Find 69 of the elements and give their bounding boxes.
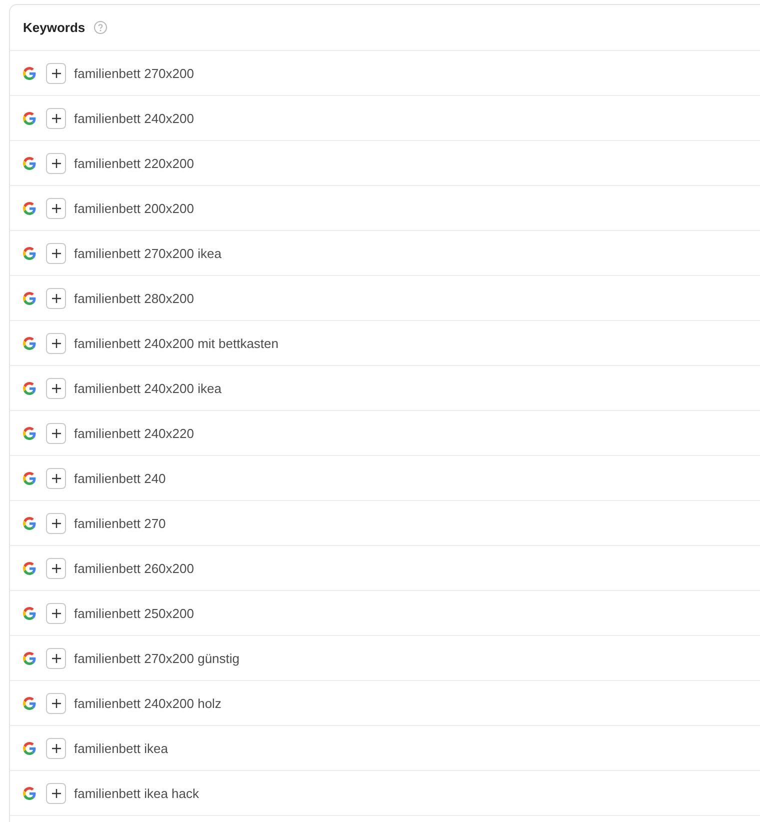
plus-icon bbox=[52, 294, 60, 302]
add-button[interactable] bbox=[46, 602, 66, 624]
keyword-text: familienbett 240x200 bbox=[74, 110, 194, 126]
google-g-icon bbox=[23, 382, 36, 394]
add-button[interactable] bbox=[46, 242, 66, 264]
plus-icon bbox=[52, 338, 60, 348]
google-g-icon bbox=[23, 426, 36, 440]
plus-icon bbox=[52, 204, 60, 212]
add-button[interactable] bbox=[46, 468, 66, 488]
keyword-text: familienbett 270x200 bbox=[74, 66, 194, 80]
keyword-text: familienbett ikea hack bbox=[74, 786, 200, 800]
plus-icon bbox=[52, 68, 60, 78]
keyword-text: familienbett 240x200 mit bettkasten bbox=[74, 336, 279, 350]
plus-icon bbox=[52, 114, 60, 122]
google-g-icon bbox=[23, 66, 36, 80]
plus-icon bbox=[52, 518, 60, 528]
keyword-text: familienbett 240x200 holz bbox=[74, 696, 222, 710]
add-button[interactable] bbox=[46, 738, 66, 758]
keyword-text: familienbett 240x220 bbox=[74, 426, 194, 440]
plus-icon bbox=[52, 564, 60, 572]
keyword-text: familienbett 280x200 bbox=[74, 290, 194, 306]
keyword-text: familienbett 270x200 ikea bbox=[74, 246, 222, 260]
add-button[interactable] bbox=[46, 62, 66, 84]
google-g-icon bbox=[23, 112, 36, 124]
google-g-icon bbox=[23, 336, 36, 350]
google-g-icon bbox=[23, 156, 36, 170]
plus-icon bbox=[52, 788, 60, 798]
add-button[interactable] bbox=[46, 692, 66, 714]
card-title: Keywords bbox=[23, 20, 86, 35]
google-g-icon bbox=[23, 246, 36, 260]
google-g-icon bbox=[23, 786, 36, 800]
keyword-text: familienbett 260x200 bbox=[74, 560, 194, 576]
google-g-icon bbox=[23, 472, 36, 484]
google-g-icon bbox=[23, 292, 36, 304]
add-button[interactable] bbox=[46, 512, 66, 534]
add-button[interactable] bbox=[46, 378, 66, 398]
add-button[interactable] bbox=[46, 782, 66, 804]
add-button[interactable] bbox=[46, 332, 66, 354]
google-g-icon bbox=[23, 202, 36, 214]
plus-icon bbox=[52, 158, 60, 168]
keyword-text: familienbett ikea bbox=[74, 740, 168, 756]
keyword-text: familienbett 220x200 bbox=[74, 156, 194, 170]
keyword-text: familienbett 250x200 bbox=[74, 606, 194, 620]
add-button[interactable] bbox=[46, 108, 66, 128]
add-button[interactable] bbox=[46, 422, 66, 444]
add-button[interactable] bbox=[46, 558, 66, 578]
keyword-text: familienbett 200x200 bbox=[74, 200, 194, 216]
plus-icon bbox=[52, 248, 60, 258]
keyword-text: familienbett 240x200 ikea bbox=[74, 380, 222, 396]
google-g-icon bbox=[23, 696, 36, 710]
google-g-icon bbox=[23, 606, 36, 620]
plus-icon bbox=[52, 474, 60, 482]
keyword-text: familienbett 270x200 günstig bbox=[74, 650, 240, 666]
google-g-icon bbox=[23, 652, 36, 664]
plus-icon bbox=[52, 654, 60, 662]
add-button[interactable] bbox=[46, 648, 66, 668]
plus-icon bbox=[52, 608, 60, 618]
google-g-icon bbox=[23, 742, 36, 754]
keyword-text: familienbett 240 bbox=[74, 470, 166, 486]
add-button[interactable] bbox=[46, 198, 66, 218]
plus-icon bbox=[52, 744, 60, 752]
google-g-icon bbox=[23, 516, 36, 530]
plus-icon bbox=[52, 698, 60, 708]
google-g-icon bbox=[23, 562, 36, 574]
plus-icon bbox=[52, 428, 60, 438]
plus-icon bbox=[52, 384, 60, 392]
add-button[interactable] bbox=[46, 288, 66, 308]
add-button[interactable] bbox=[46, 152, 66, 174]
keyword-text: familienbett 270 bbox=[74, 516, 166, 530]
